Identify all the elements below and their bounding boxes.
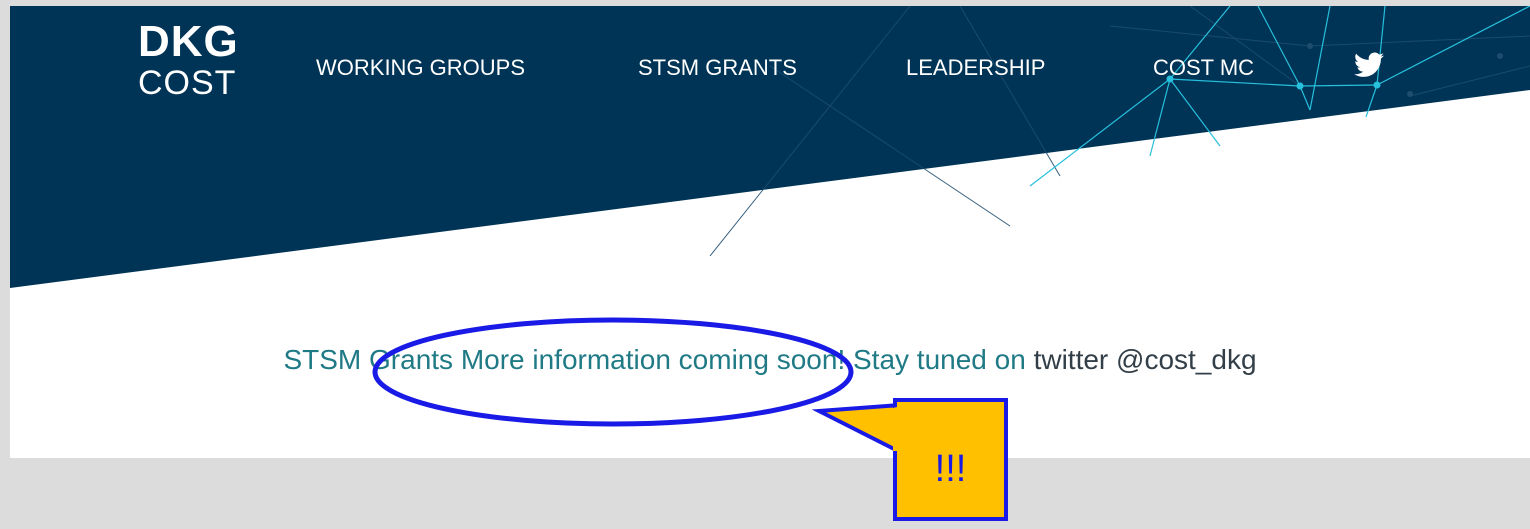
twitter-bird-icon xyxy=(1354,52,1384,77)
site-logo[interactable]: DKG COST xyxy=(138,17,239,102)
logo-line-dkg: DKG xyxy=(138,17,239,66)
announcement-text: STSM Grants More information coming soon… xyxy=(283,344,1026,375)
nav-cost-mc[interactable]: COST MC xyxy=(1153,55,1254,81)
nav-leadership[interactable]: LEADERSHIP xyxy=(906,55,1045,81)
page: DKG COST WORKING GROUPS STSM GRANTS LEAD… xyxy=(10,6,1530,458)
nav-working-groups[interactable]: WORKING GROUPS xyxy=(316,55,525,81)
nav-stsm-grants[interactable]: STSM GRANTS xyxy=(638,55,797,81)
hero-banner: DKG COST WORKING GROUPS STSM GRANTS LEAD… xyxy=(10,6,1530,296)
logo-line-cost: COST xyxy=(138,64,237,102)
announcement: STSM Grants More information coming soon… xyxy=(10,344,1530,376)
callout-text: !!! xyxy=(934,448,967,490)
annotation-callout: !!! xyxy=(893,398,1008,521)
twitter-handle-link[interactable]: twitter @cost_dkg xyxy=(1034,344,1257,375)
twitter-link[interactable] xyxy=(1354,52,1384,78)
